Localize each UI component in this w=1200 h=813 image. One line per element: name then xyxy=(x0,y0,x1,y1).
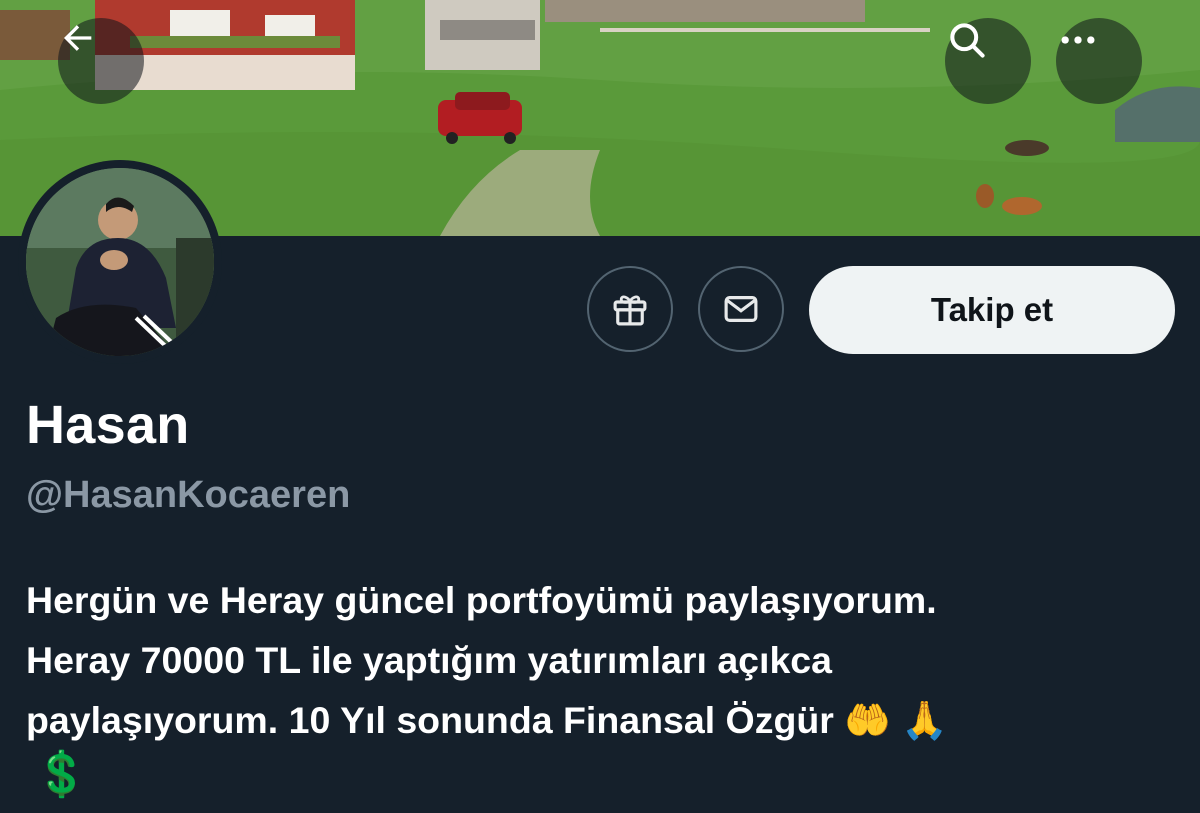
profile-bio: Hergün ve Heray güncel portfoyümü paylaş… xyxy=(26,570,1176,750)
avatar-image xyxy=(26,168,214,356)
dollar-emoji: 💲 xyxy=(34,749,89,800)
back-button[interactable] xyxy=(58,18,144,104)
search-icon xyxy=(950,23,985,58)
more-options-button[interactable] xyxy=(1056,18,1142,104)
more-horizontal-icon xyxy=(1061,36,1095,44)
bio-line: Heray 70000 TL ile yaptığım yatırımları … xyxy=(26,639,833,681)
profile-handle: @HasanKocaeren xyxy=(26,474,351,516)
mail-icon xyxy=(724,296,758,322)
bio-line: paylaşıyorum. 10 Yıl sonunda Finansal Öz… xyxy=(26,699,949,741)
profile-name: Hasan xyxy=(26,395,190,455)
arrow-left-icon xyxy=(64,25,92,51)
search-button[interactable] xyxy=(945,18,1031,104)
profile-avatar[interactable] xyxy=(18,160,222,364)
bio-line: Hergün ve Heray güncel portfoyümü paylaş… xyxy=(26,579,937,621)
follow-button[interactable]: Takip et xyxy=(809,266,1175,354)
gift-button[interactable] xyxy=(587,266,673,352)
gift-icon xyxy=(613,295,647,326)
message-button[interactable] xyxy=(698,266,784,352)
